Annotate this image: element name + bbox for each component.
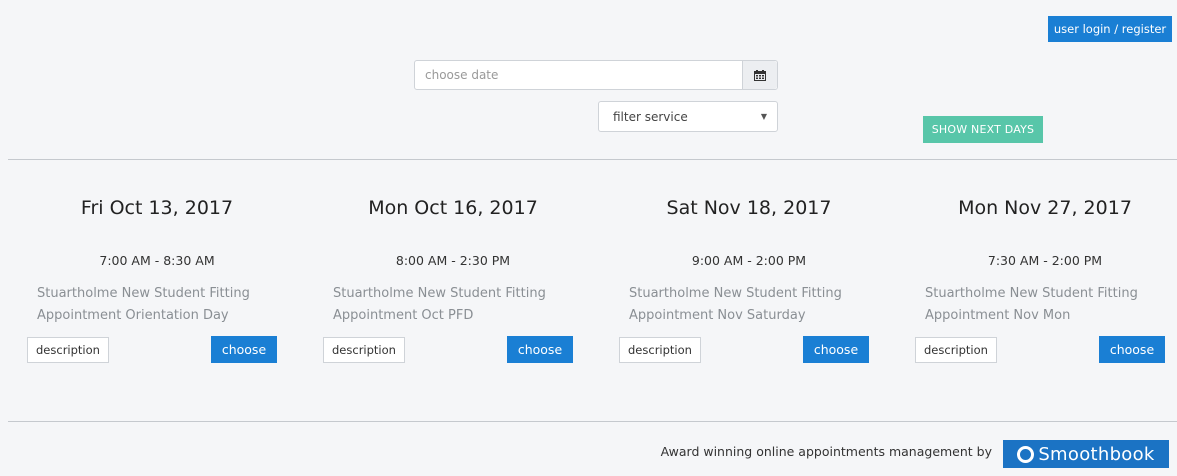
slot-service-line: Appointment Nov Mon xyxy=(925,308,1071,323)
description-button[interactable]: description xyxy=(27,337,109,363)
slot-time: 7:00 AM - 8:30 AM xyxy=(99,253,215,268)
caret-down-icon: ▼ xyxy=(760,112,767,121)
calendar-button[interactable] xyxy=(742,61,777,89)
slot-service-line: Stuartholme New Student Fitting xyxy=(925,286,1138,301)
footer-tagline: Award winning online appointments manage… xyxy=(660,444,992,459)
choose-date-input[interactable] xyxy=(415,61,742,89)
description-button[interactable]: description xyxy=(915,337,997,363)
slot-date: Mon Oct 16, 2017 xyxy=(368,197,538,219)
smoothbook-logo[interactable]: Smoothbook xyxy=(1003,440,1169,468)
slot-time: 8:00 AM - 2:30 PM xyxy=(395,253,511,268)
appointment-slot: Fri Oct 13, 2017 7:00 AM - 8:30 AM Stuar… xyxy=(27,160,287,420)
slot-service-name: Stuartholme New Student Fitting Appointm… xyxy=(37,283,287,327)
slot-service-line: Stuartholme New Student Fitting xyxy=(37,286,250,301)
show-next-days-button[interactable]: SHOW NEXT DAYS xyxy=(923,116,1043,143)
choose-button[interactable]: choose xyxy=(507,336,573,363)
slot-date: Sat Nov 18, 2017 xyxy=(666,197,832,219)
description-button[interactable]: description xyxy=(619,337,701,363)
slot-service-name: Stuartholme New Student Fitting Appointm… xyxy=(333,283,583,327)
slot-service-line: Appointment Orientation Day xyxy=(37,308,229,323)
slot-date: Fri Oct 13, 2017 xyxy=(80,197,234,219)
slot-service-line: Stuartholme New Student Fitting xyxy=(629,286,842,301)
bottom-divider xyxy=(8,421,1177,422)
choose-button[interactable]: choose xyxy=(803,336,869,363)
appointment-slot: Mon Oct 16, 2017 8:00 AM - 2:30 PM Stuar… xyxy=(323,160,583,420)
slot-service-line: Appointment Nov Saturday xyxy=(629,308,806,323)
choose-button[interactable]: choose xyxy=(1099,336,1165,363)
appointment-slot: Mon Nov 27, 2017 7:30 AM - 2:00 PM Stuar… xyxy=(915,160,1175,420)
slot-service-line: Appointment Oct PFD xyxy=(333,308,474,323)
user-login-register-button[interactable]: user login / register xyxy=(1048,16,1172,42)
slot-time: 7:30 AM - 2:00 PM xyxy=(987,253,1103,268)
slot-service-name: Stuartholme New Student Fitting Appointm… xyxy=(629,283,879,327)
slot-time: 9:00 AM - 2:00 PM xyxy=(691,253,807,268)
slot-date: Mon Nov 27, 2017 xyxy=(958,197,1132,219)
filter-service-value: filter service xyxy=(613,109,688,124)
filter-service-select[interactable]: filter service ▼ xyxy=(598,101,778,132)
description-button[interactable]: description xyxy=(323,337,405,363)
smoothbook-ring-icon xyxy=(1017,445,1035,463)
date-picker xyxy=(414,60,778,90)
smoothbook-brand-name: Smoothbook xyxy=(1038,443,1155,465)
appointment-slot: Sat Nov 18, 2017 9:00 AM - 2:00 PM Stuar… xyxy=(619,160,879,420)
choose-button[interactable]: choose xyxy=(211,336,277,363)
slot-service-name: Stuartholme New Student Fitting Appointm… xyxy=(925,283,1175,327)
calendar-icon xyxy=(754,69,766,81)
slot-service-line: Stuartholme New Student Fitting xyxy=(333,286,546,301)
